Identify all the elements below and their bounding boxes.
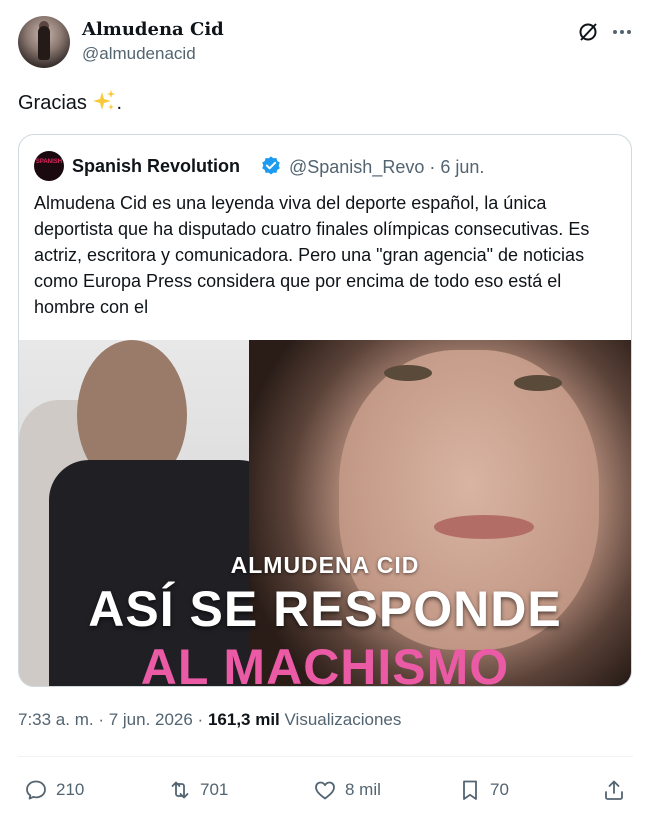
reply-button[interactable]: 210 (24, 776, 84, 804)
repost-button[interactable]: 701 (168, 776, 228, 804)
bookmark-icon (463, 780, 477, 800)
quoted-tweet[interactable]: SPANISH Spanish Revolution @Spanish_Revo… (18, 134, 632, 687)
tweet-text: Gracias . (18, 89, 122, 115)
tweet-meta: 7:33 a. m. · 7 jun. 2026 · 161,3 mil Vis… (18, 710, 401, 730)
repost-count: 701 (200, 780, 229, 799)
repost-icon (171, 781, 189, 799)
quoted-avatar[interactable]: SPANISH (34, 151, 64, 181)
quoted-media-video[interactable]: ALMUDENA CID ASÍ SE RESPONDE AL MACHISMO (19, 340, 631, 686)
quoted-handle-date[interactable]: @Spanish_Revo · 6 jun. (289, 157, 484, 178)
media-caption-headline: ASÍ SE RESPONDE (88, 581, 562, 637)
quoted-text: Almudena Cid es una leyenda viva del dep… (34, 193, 590, 317)
views-label: Visualizaciones (279, 710, 402, 729)
avatar[interactable] (18, 16, 70, 68)
avatar-figure-body (38, 26, 50, 60)
grok-icon[interactable] (576, 20, 600, 44)
media-caption-subtitle: ALMUDENA CID (230, 552, 420, 578)
media-eye-left (384, 365, 432, 381)
media-eye-right (514, 375, 562, 391)
like-count: 8 mil (345, 780, 381, 799)
verified-badge-icon (262, 156, 280, 175)
author-handle[interactable]: @almudenacid (82, 44, 196, 64)
bookmark-count: 70 (490, 780, 509, 799)
heart-icon (315, 781, 335, 800)
reply-icon (26, 780, 46, 800)
tweet-header: Almudena Cid @almudenacid (18, 16, 633, 72)
reply-count: 210 (56, 780, 85, 799)
tweet-timestamp[interactable]: 7:33 a. m. · 7 jun. 2026 · (18, 710, 208, 729)
sparkles-icon (93, 90, 116, 110)
quoted-avatar-text: SPANISH (35, 159, 63, 165)
author-name[interactable]: Almudena Cid (82, 19, 224, 40)
views-count: 161,3 mil (207, 710, 280, 729)
share-icon (605, 780, 623, 800)
quoted-author-name[interactable]: Spanish Revolution (72, 156, 240, 177)
tweet-text-content: Gracias (18, 92, 87, 114)
more-icon[interactable] (610, 20, 634, 44)
media-lips (434, 515, 534, 539)
divider (18, 756, 633, 757)
share-button[interactable] (602, 776, 634, 804)
media-caption-headline-pink: AL MACHISMO (140, 639, 510, 686)
bookmark-button[interactable]: 70 (458, 776, 509, 804)
action-bar: 210 701 8 mil 70 (18, 770, 633, 810)
like-button[interactable]: 8 mil (313, 776, 381, 804)
tweet-text-suffix: . (116, 92, 123, 114)
